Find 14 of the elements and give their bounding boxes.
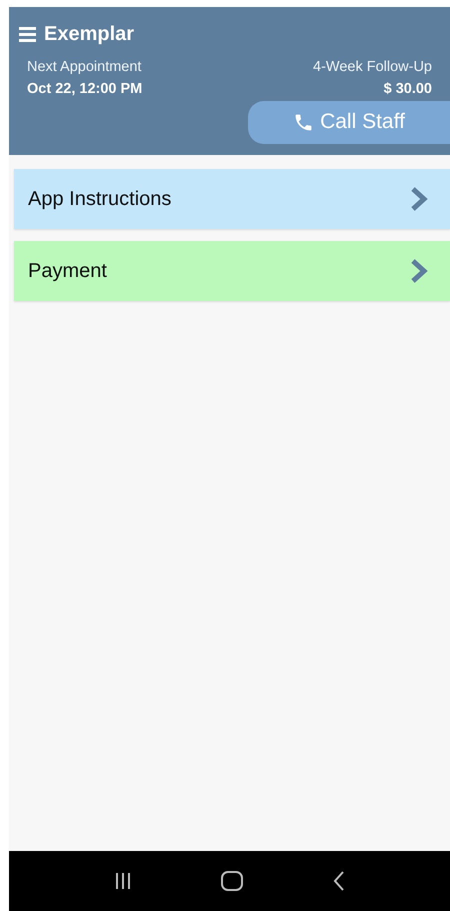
visit-type: 4-Week Follow-Up [313, 58, 432, 77]
appointment-time: Oct 22, 12:00 PM [27, 80, 142, 99]
chevron-right-icon [410, 258, 428, 284]
chevron-right-icon [410, 186, 428, 212]
phone-icon [293, 112, 314, 132]
price: $ 30.00 [384, 80, 432, 99]
app-title: Exemplar [44, 22, 134, 47]
back-icon[interactable] [333, 871, 346, 891]
menu-item[interactable]: App Instructions [14, 169, 450, 229]
recent-apps-icon[interactable] [114, 872, 132, 890]
menu-item[interactable]: Payment [14, 241, 450, 301]
menu-icon[interactable] [19, 26, 36, 42]
appointment-label: Next Appointment [27, 58, 142, 77]
home-icon[interactable] [221, 871, 244, 891]
